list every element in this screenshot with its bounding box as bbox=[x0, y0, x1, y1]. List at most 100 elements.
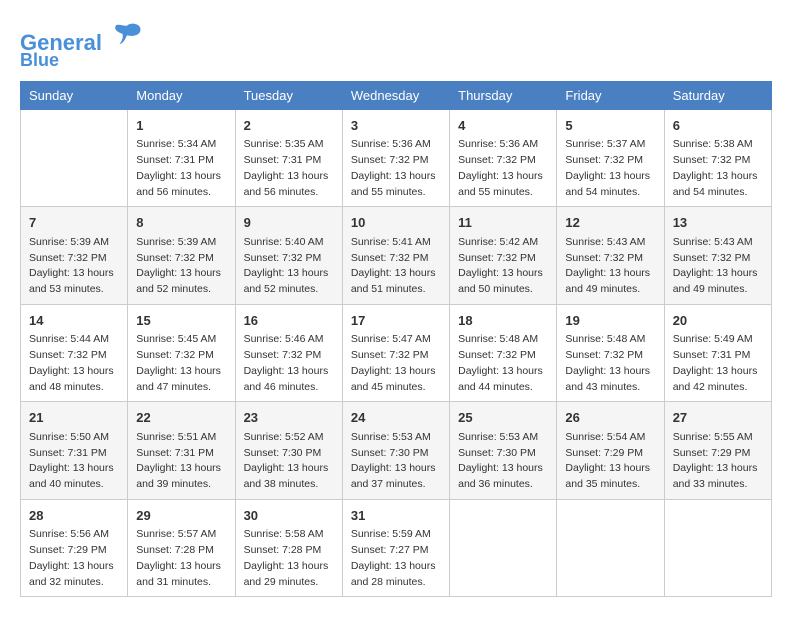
calendar-week-row: 28Sunrise: 5:56 AM Sunset: 7:29 PM Dayli… bbox=[21, 499, 772, 597]
calendar-day-cell: 26Sunrise: 5:54 AM Sunset: 7:29 PM Dayli… bbox=[557, 402, 664, 500]
calendar-day-cell: 17Sunrise: 5:47 AM Sunset: 7:32 PM Dayli… bbox=[342, 304, 449, 402]
day-info: Sunrise: 5:56 AM Sunset: 7:29 PM Dayligh… bbox=[29, 527, 119, 590]
calendar-body: 1Sunrise: 5:34 AM Sunset: 7:31 PM Daylig… bbox=[21, 109, 772, 597]
day-number: 22 bbox=[136, 408, 226, 428]
day-info: Sunrise: 5:36 AM Sunset: 7:32 PM Dayligh… bbox=[351, 137, 441, 200]
day-info: Sunrise: 5:39 AM Sunset: 7:32 PM Dayligh… bbox=[136, 235, 226, 298]
day-info: Sunrise: 5:42 AM Sunset: 7:32 PM Dayligh… bbox=[458, 235, 548, 298]
day-number: 31 bbox=[351, 506, 441, 526]
day-info: Sunrise: 5:40 AM Sunset: 7:32 PM Dayligh… bbox=[244, 235, 334, 298]
calendar-day-cell: 12Sunrise: 5:43 AM Sunset: 7:32 PM Dayli… bbox=[557, 207, 664, 305]
calendar-day-cell: 18Sunrise: 5:48 AM Sunset: 7:32 PM Dayli… bbox=[450, 304, 557, 402]
day-number: 28 bbox=[29, 506, 119, 526]
calendar-day-cell bbox=[557, 499, 664, 597]
calendar-week-row: 1Sunrise: 5:34 AM Sunset: 7:31 PM Daylig… bbox=[21, 109, 772, 207]
calendar-day-cell: 25Sunrise: 5:53 AM Sunset: 7:30 PM Dayli… bbox=[450, 402, 557, 500]
day-info: Sunrise: 5:58 AM Sunset: 7:28 PM Dayligh… bbox=[244, 527, 334, 590]
day-info: Sunrise: 5:37 AM Sunset: 7:32 PM Dayligh… bbox=[565, 137, 655, 200]
day-info: Sunrise: 5:57 AM Sunset: 7:28 PM Dayligh… bbox=[136, 527, 226, 590]
calendar-day-cell: 14Sunrise: 5:44 AM Sunset: 7:32 PM Dayli… bbox=[21, 304, 128, 402]
day-info: Sunrise: 5:43 AM Sunset: 7:32 PM Dayligh… bbox=[673, 235, 763, 298]
day-number: 14 bbox=[29, 311, 119, 331]
calendar-day-cell: 19Sunrise: 5:48 AM Sunset: 7:32 PM Dayli… bbox=[557, 304, 664, 402]
day-number: 29 bbox=[136, 506, 226, 526]
calendar-table: SundayMondayTuesdayWednesdayThursdayFrid… bbox=[20, 81, 772, 598]
day-info: Sunrise: 5:48 AM Sunset: 7:32 PM Dayligh… bbox=[565, 332, 655, 395]
day-info: Sunrise: 5:50 AM Sunset: 7:31 PM Dayligh… bbox=[29, 430, 119, 493]
day-info: Sunrise: 5:49 AM Sunset: 7:31 PM Dayligh… bbox=[673, 332, 763, 395]
calendar-day-cell: 4Sunrise: 5:36 AM Sunset: 7:32 PM Daylig… bbox=[450, 109, 557, 207]
calendar-day-cell: 11Sunrise: 5:42 AM Sunset: 7:32 PM Dayli… bbox=[450, 207, 557, 305]
day-number: 16 bbox=[244, 311, 334, 331]
day-number: 11 bbox=[458, 213, 548, 233]
day-number: 8 bbox=[136, 213, 226, 233]
calendar-day-cell bbox=[450, 499, 557, 597]
day-info: Sunrise: 5:53 AM Sunset: 7:30 PM Dayligh… bbox=[458, 430, 548, 493]
day-number: 24 bbox=[351, 408, 441, 428]
day-number: 7 bbox=[29, 213, 119, 233]
day-number: 10 bbox=[351, 213, 441, 233]
calendar-day-cell: 24Sunrise: 5:53 AM Sunset: 7:30 PM Dayli… bbox=[342, 402, 449, 500]
day-of-week-header: Saturday bbox=[664, 81, 771, 109]
calendar-day-cell: 10Sunrise: 5:41 AM Sunset: 7:32 PM Dayli… bbox=[342, 207, 449, 305]
day-info: Sunrise: 5:46 AM Sunset: 7:32 PM Dayligh… bbox=[244, 332, 334, 395]
day-number: 26 bbox=[565, 408, 655, 428]
calendar-day-cell: 16Sunrise: 5:46 AM Sunset: 7:32 PM Dayli… bbox=[235, 304, 342, 402]
calendar-day-cell: 3Sunrise: 5:36 AM Sunset: 7:32 PM Daylig… bbox=[342, 109, 449, 207]
page-header: General Blue bbox=[20, 20, 772, 71]
day-number: 2 bbox=[244, 116, 334, 136]
day-info: Sunrise: 5:59 AM Sunset: 7:27 PM Dayligh… bbox=[351, 527, 441, 590]
day-info: Sunrise: 5:52 AM Sunset: 7:30 PM Dayligh… bbox=[244, 430, 334, 493]
calendar-day-cell: 22Sunrise: 5:51 AM Sunset: 7:31 PM Dayli… bbox=[128, 402, 235, 500]
calendar-day-cell: 23Sunrise: 5:52 AM Sunset: 7:30 PM Dayli… bbox=[235, 402, 342, 500]
calendar-week-row: 14Sunrise: 5:44 AM Sunset: 7:32 PM Dayli… bbox=[21, 304, 772, 402]
logo-bird-icon bbox=[112, 20, 142, 50]
calendar-day-cell: 8Sunrise: 5:39 AM Sunset: 7:32 PM Daylig… bbox=[128, 207, 235, 305]
day-of-week-header: Thursday bbox=[450, 81, 557, 109]
day-info: Sunrise: 5:36 AM Sunset: 7:32 PM Dayligh… bbox=[458, 137, 548, 200]
calendar-day-cell: 6Sunrise: 5:38 AM Sunset: 7:32 PM Daylig… bbox=[664, 109, 771, 207]
day-number: 25 bbox=[458, 408, 548, 428]
calendar-day-cell: 1Sunrise: 5:34 AM Sunset: 7:31 PM Daylig… bbox=[128, 109, 235, 207]
day-of-week-header: Tuesday bbox=[235, 81, 342, 109]
day-of-week-header: Monday bbox=[128, 81, 235, 109]
day-number: 3 bbox=[351, 116, 441, 136]
calendar-day-cell: 21Sunrise: 5:50 AM Sunset: 7:31 PM Dayli… bbox=[21, 402, 128, 500]
day-of-week-header: Friday bbox=[557, 81, 664, 109]
calendar-day-cell: 27Sunrise: 5:55 AM Sunset: 7:29 PM Dayli… bbox=[664, 402, 771, 500]
day-info: Sunrise: 5:35 AM Sunset: 7:31 PM Dayligh… bbox=[244, 137, 334, 200]
day-number: 21 bbox=[29, 408, 119, 428]
calendar-day-cell: 13Sunrise: 5:43 AM Sunset: 7:32 PM Dayli… bbox=[664, 207, 771, 305]
calendar-week-row: 21Sunrise: 5:50 AM Sunset: 7:31 PM Dayli… bbox=[21, 402, 772, 500]
day-info: Sunrise: 5:48 AM Sunset: 7:32 PM Dayligh… bbox=[458, 332, 548, 395]
calendar-day-cell: 7Sunrise: 5:39 AM Sunset: 7:32 PM Daylig… bbox=[21, 207, 128, 305]
day-number: 9 bbox=[244, 213, 334, 233]
day-info: Sunrise: 5:39 AM Sunset: 7:32 PM Dayligh… bbox=[29, 235, 119, 298]
day-info: Sunrise: 5:43 AM Sunset: 7:32 PM Dayligh… bbox=[565, 235, 655, 298]
calendar-day-cell: 30Sunrise: 5:58 AM Sunset: 7:28 PM Dayli… bbox=[235, 499, 342, 597]
day-of-week-header: Wednesday bbox=[342, 81, 449, 109]
day-info: Sunrise: 5:51 AM Sunset: 7:31 PM Dayligh… bbox=[136, 430, 226, 493]
day-number: 12 bbox=[565, 213, 655, 233]
day-info: Sunrise: 5:38 AM Sunset: 7:32 PM Dayligh… bbox=[673, 137, 763, 200]
calendar-day-cell: 28Sunrise: 5:56 AM Sunset: 7:29 PM Dayli… bbox=[21, 499, 128, 597]
calendar-day-cell: 2Sunrise: 5:35 AM Sunset: 7:31 PM Daylig… bbox=[235, 109, 342, 207]
day-info: Sunrise: 5:55 AM Sunset: 7:29 PM Dayligh… bbox=[673, 430, 763, 493]
day-number: 17 bbox=[351, 311, 441, 331]
day-number: 30 bbox=[244, 506, 334, 526]
calendar-day-cell bbox=[664, 499, 771, 597]
day-number: 15 bbox=[136, 311, 226, 331]
day-info: Sunrise: 5:34 AM Sunset: 7:31 PM Dayligh… bbox=[136, 137, 226, 200]
day-info: Sunrise: 5:45 AM Sunset: 7:32 PM Dayligh… bbox=[136, 332, 226, 395]
logo: General Blue bbox=[20, 20, 142, 71]
day-info: Sunrise: 5:41 AM Sunset: 7:32 PM Dayligh… bbox=[351, 235, 441, 298]
calendar-day-cell: 29Sunrise: 5:57 AM Sunset: 7:28 PM Dayli… bbox=[128, 499, 235, 597]
calendar-day-cell: 9Sunrise: 5:40 AM Sunset: 7:32 PM Daylig… bbox=[235, 207, 342, 305]
calendar-day-cell: 15Sunrise: 5:45 AM Sunset: 7:32 PM Dayli… bbox=[128, 304, 235, 402]
calendar-day-cell: 5Sunrise: 5:37 AM Sunset: 7:32 PM Daylig… bbox=[557, 109, 664, 207]
day-number: 23 bbox=[244, 408, 334, 428]
day-number: 13 bbox=[673, 213, 763, 233]
day-number: 27 bbox=[673, 408, 763, 428]
calendar-week-row: 7Sunrise: 5:39 AM Sunset: 7:32 PM Daylig… bbox=[21, 207, 772, 305]
calendar-header-row: SundayMondayTuesdayWednesdayThursdayFrid… bbox=[21, 81, 772, 109]
